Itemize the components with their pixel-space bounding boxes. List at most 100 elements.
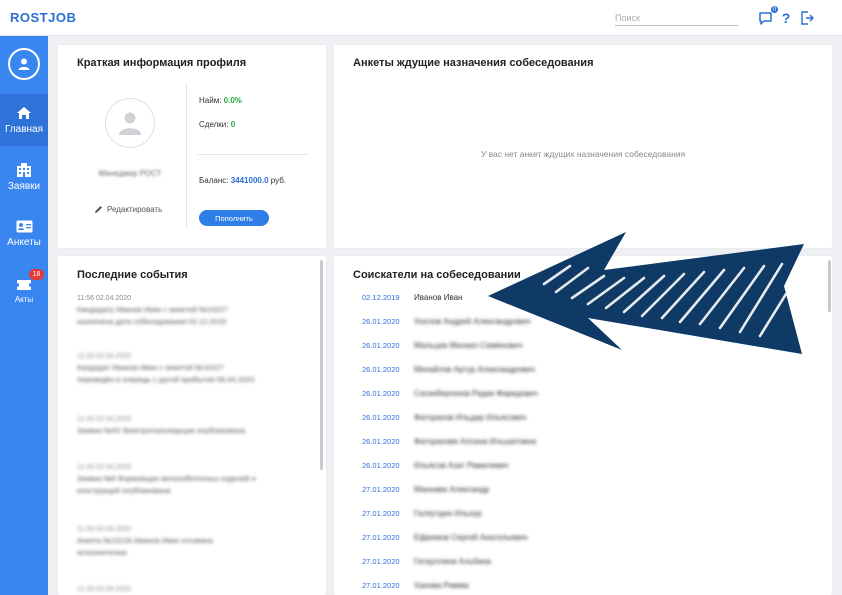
hire-stat: Найм: 0.0%	[199, 96, 242, 105]
balance-value: 3441000.0	[230, 176, 269, 185]
event-time: 11:33 02.04.2020	[77, 416, 131, 423]
events-scrollbar[interactable]	[320, 260, 323, 470]
candidate-date: 27.01.2020	[362, 556, 400, 566]
user-icon	[18, 58, 30, 70]
candidate-name: Фатхрахова Алсина Ильшатовна	[414, 436, 537, 446]
candidate-date: 27.01.2020	[362, 532, 400, 542]
candidate-name: Маннава Александр	[414, 484, 490, 494]
event-text: назначена дата собеседования 02.12.2019	[77, 317, 227, 326]
building-icon	[17, 163, 31, 177]
edit-profile-label: Редактировать	[107, 205, 163, 214]
top-bar: ROSTJOB 0 ?	[0, 0, 842, 36]
id-card-icon	[16, 220, 32, 233]
chat-icon	[758, 12, 772, 25]
profile-card: Краткая информация профиля Менеджер РОСТ…	[58, 45, 326, 248]
hire-value: 0.0%	[223, 96, 242, 105]
sidebar: Главная Заявки Анкеты Акты 18	[0, 36, 48, 595]
candidate-name: Гатауллина Альбина	[414, 556, 491, 566]
event-time: 11:33 02.04.2020	[77, 353, 131, 360]
candidates-scrollbar[interactable]	[828, 260, 831, 312]
deals-value: 0	[230, 120, 236, 129]
profile-divider	[186, 83, 187, 228]
candidate-date: 27.01.2020	[362, 580, 400, 590]
profile-card-title: Краткая информация профиля	[77, 57, 247, 69]
topup-button[interactable]: Пополнить	[199, 210, 269, 226]
pending-empty-text: У вас нет анкет ждущих назначения собесе…	[480, 149, 686, 159]
event-item[interactable]: 11:56 02.04.2020 Кандидату Иванов Иван с…	[77, 295, 307, 328]
annotation-arrow-icon	[488, 232, 804, 354]
candidate-name: Сагинбергенов Радик Фаридович	[414, 388, 538, 398]
help-button[interactable]: ?	[780, 9, 792, 27]
events-card: Последние события 11:56 02.04.2020 Канди…	[58, 256, 326, 595]
notification-count-badge: 0	[770, 5, 779, 14]
event-time: 11:56 02.04.2020	[77, 295, 131, 302]
chat-notifications-button[interactable]: 0	[756, 5, 779, 27]
candidate-name: Ефремов Сергей Анатольевич	[414, 532, 528, 542]
event-item[interactable]: 11:33 02.04.2020	[77, 586, 307, 593]
help-icon: ?	[781, 10, 791, 26]
candidate-row[interactable]: 27.01.2020 Ефремов Сергей Анатольевич	[362, 528, 822, 546]
balance-label: Баланс:	[199, 176, 229, 185]
balance-unit: руб.	[270, 176, 287, 185]
event-text: Кандидат Иванов Иван с анкетой №10227	[77, 363, 224, 372]
candidate-date: 26.01.2020	[362, 340, 400, 350]
event-text: конструкций опубликована	[77, 486, 171, 495]
pending-card-title: Анкеты ждущие назначения собеседования	[353, 57, 594, 69]
event-item[interactable]: 11:33 02.04.2020 Заявка №43 Электрогазос…	[77, 416, 307, 437]
candidate-name: Ханова Римма	[414, 580, 469, 590]
profile-avatar	[105, 98, 155, 148]
search-input[interactable]	[615, 10, 738, 26]
edit-profile-link[interactable]: Редактировать	[94, 205, 162, 214]
ticket-icon	[17, 279, 31, 290]
sidebar-item-label: Акты	[14, 294, 34, 304]
candidate-date: 27.01.2020	[362, 508, 400, 518]
candidate-date: 26.01.2020	[362, 364, 400, 374]
event-item[interactable]: 11:33 02.04.2020 Заявка №8 Формовщик жел…	[77, 464, 307, 497]
sidebar-item-requests[interactable]: Заявки	[0, 151, 48, 203]
sidebar-item-acts[interactable]: Акты 18	[0, 265, 48, 317]
sidebar-item-profiles[interactable]: Анкеты	[0, 208, 48, 260]
user-icon	[119, 112, 141, 135]
event-time: 11:33 02.04.2020	[77, 526, 131, 533]
stats-divider	[198, 154, 308, 155]
deals-stat: Сделки: 0	[199, 120, 235, 129]
candidate-date: 26.01.2020	[362, 388, 400, 398]
event-text: Кандидату Иванов Иван с анкетой №10227	[77, 305, 228, 314]
sidebar-item-label: Анкеты	[7, 237, 41, 248]
sidebar-item-label: Главная	[4, 123, 44, 135]
candidate-date: 26.01.2020	[362, 412, 400, 422]
app-logo[interactable]: ROSTJOB	[10, 10, 76, 25]
candidate-row[interactable]: 26.01.2020 Сагинбергенов Радик Фаридович	[362, 384, 822, 402]
candidate-name: Галяутдин Ильнур	[414, 508, 482, 518]
sidebar-item-home[interactable]: Главная	[0, 94, 48, 146]
sidebar-item-label: Заявки	[7, 181, 41, 192]
deals-label: Сделки:	[199, 120, 229, 129]
event-text: переведён в очередь с датой прибытия 06.…	[77, 375, 255, 384]
candidate-name: Иванов Иван	[414, 292, 463, 302]
hire-label: Найм:	[199, 96, 222, 105]
candidate-date: 02.12.2019	[362, 292, 400, 302]
logout-icon	[800, 11, 814, 25]
candidate-date: 26.01.2020	[362, 436, 400, 446]
candidate-date: 26.01.2020	[362, 316, 400, 326]
user-avatar-button[interactable]	[8, 48, 40, 80]
candidate-row[interactable]: 27.01.2020 Гатауллина Альбина	[362, 552, 822, 570]
candidate-name: Михайлов Артур Александрович	[414, 364, 535, 374]
event-item[interactable]: 11:33 02.04.2020 Анкета №10226 Иванов Ив…	[77, 526, 307, 559]
candidate-row[interactable]: 26.01.2020 Фатхрахов Ильдар Ильясович	[362, 408, 822, 426]
candidate-row[interactable]: 26.01.2020 Фатхрахова Алсина Ильшатовна	[362, 432, 822, 450]
candidate-row[interactable]: 27.01.2020 Галяутдин Ильнур	[362, 504, 822, 522]
event-time: 11:33 02.04.2020	[77, 586, 131, 593]
logout-button[interactable]	[799, 9, 815, 27]
event-item[interactable]: 11:33 02.04.2020 Кандидат Иванов Иван с …	[77, 353, 307, 386]
candidate-row[interactable]: 27.01.2020 Маннава Александр	[362, 480, 822, 498]
candidate-row[interactable]: 27.01.2020 Ханова Римма	[362, 576, 822, 594]
balance-stat: Баланс: 3441000.0 руб.	[199, 176, 286, 185]
pencil-icon	[95, 206, 102, 213]
candidate-name: Фатхрахов Ильдар Ильясович	[414, 412, 527, 422]
candidate-row[interactable]: 26.01.2020 Михайлов Артур Александрович	[362, 360, 822, 378]
event-text: Заявка №8 Формовщик железобетонных издел…	[77, 474, 256, 483]
events-card-title: Последние события	[77, 269, 188, 281]
candidate-row[interactable]: 26.01.2020 Ильясов Азат Рамилевич	[362, 456, 822, 474]
candidate-name: Ильясов Азат Рамилевич	[414, 460, 509, 470]
